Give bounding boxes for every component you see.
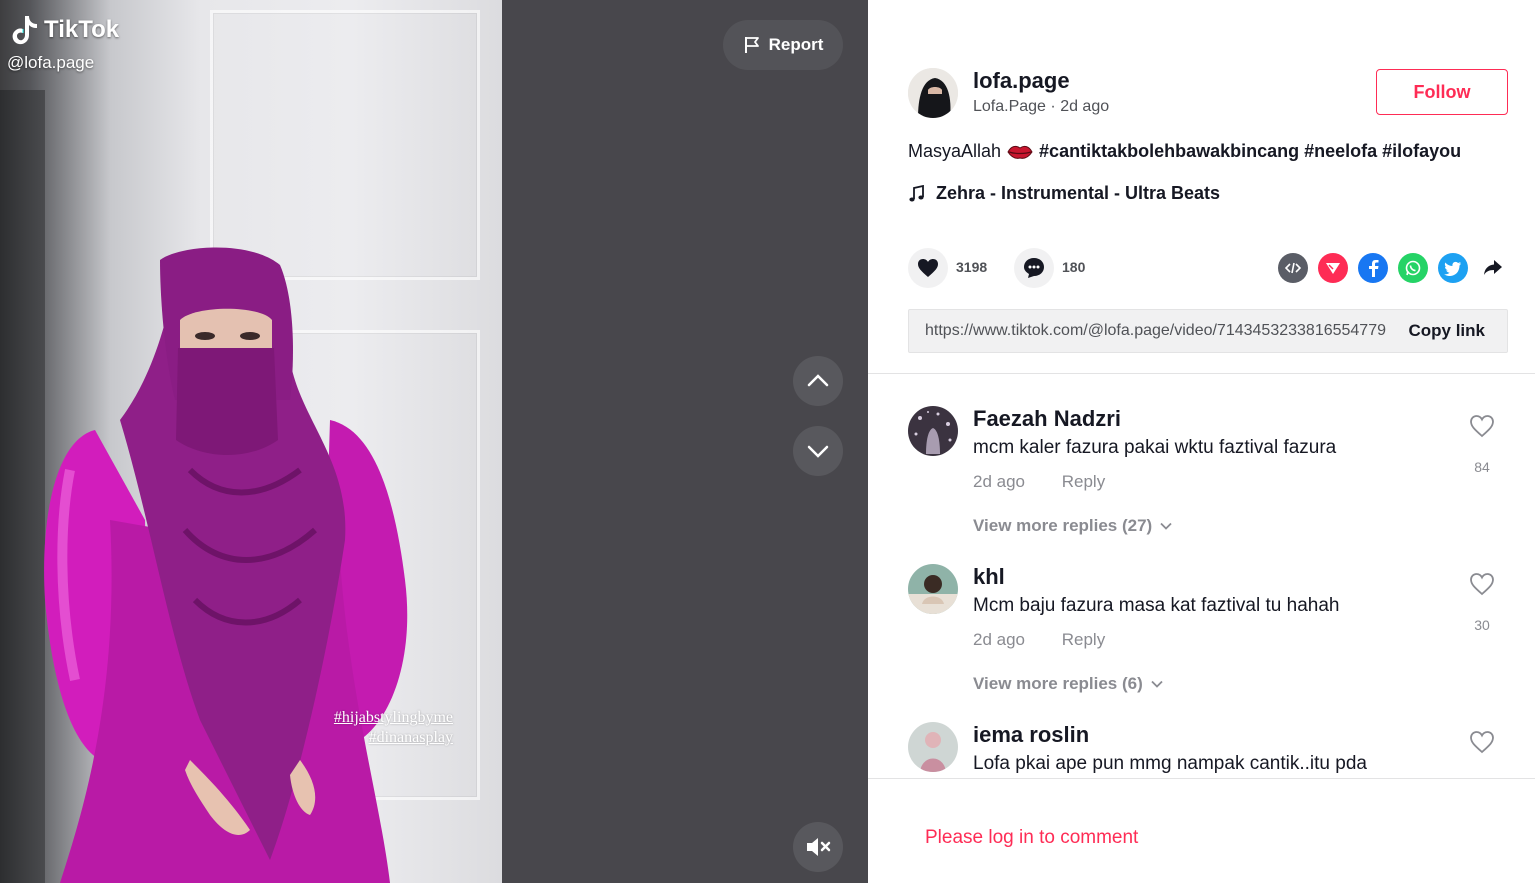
video-watermark-handle: @lofa.page <box>7 53 95 72</box>
report-label: Report <box>768 35 824 54</box>
reply-button[interactable]: Reply <box>1062 630 1105 649</box>
commenter-name[interactable]: khl <box>973 564 1005 590</box>
comment-like-count: 30 <box>1474 617 1490 633</box>
separator-dot: · <box>1050 98 1061 115</box>
caption-hashtags[interactable]: #cantiktakbolehbawakbincang #neelofa #il… <box>1039 141 1461 162</box>
commenter-avatar[interactable] <box>908 406 958 456</box>
share-link-box: https://www.tiktok.com/@lofa.page/video/… <box>908 309 1508 353</box>
comment-time: 2d ago <box>973 630 1025 649</box>
commenter-avatar-image <box>908 722 958 772</box>
send-glyph <box>1326 263 1340 274</box>
previous-video-button[interactable] <box>793 356 843 406</box>
author-subtitle: Lofa.Page · 2d ago <box>973 98 1109 116</box>
share-arrow-glyph <box>1484 260 1502 275</box>
comment-list[interactable]: Faezah Nadzri mcm kaler fazura pakai wkt… <box>868 374 1535 778</box>
video-overlay-tags: #hijabstylingbyme #dinanasplay <box>300 708 453 748</box>
heart-outline-icon <box>1470 731 1494 754</box>
music-note-icon <box>909 184 924 201</box>
comment-item: khl Mcm baju fazura masa kat faztival tu… <box>908 564 1508 724</box>
heart-outline-icon <box>1470 415 1494 438</box>
like-count: 3198 <box>956 259 988 275</box>
heart-outline-icon <box>1470 573 1494 596</box>
video-person-figure <box>44 247 408 883</box>
post-time: 2d ago <box>1060 98 1110 115</box>
tiktok-wordmark: TikTok <box>44 16 120 43</box>
comment-like-button[interactable] <box>1468 730 1496 759</box>
whatsapp-glyph <box>1405 260 1421 276</box>
embed-glyph <box>1285 262 1301 274</box>
chevron-down-icon <box>1151 680 1163 688</box>
facebook-glyph <box>1369 260 1379 277</box>
comment-meta: 2d ago Reply <box>973 472 1105 492</box>
commenter-name[interactable]: Faezah Nadzri <box>973 406 1121 432</box>
music-title: Zehra - Instrumental - Ultra Beats <box>936 183 1221 203</box>
next-video-button[interactable] <box>793 426 843 476</box>
login-to-comment-link[interactable]: Please log in to comment <box>925 827 1138 849</box>
overlay-tag: #dinanasplay <box>368 729 453 746</box>
action-bar: 3198 180 <box>908 248 1508 288</box>
comment-item: Faezah Nadzri mcm kaler fazura pakai wkt… <box>908 406 1508 566</box>
embed-icon[interactable] <box>1278 253 1308 283</box>
tiktok-watermark-logo: TikTok <box>10 14 119 46</box>
comment-like-button[interactable] <box>1468 572 1496 601</box>
mute-toggle-button[interactable] <box>793 822 843 872</box>
commenter-avatar[interactable] <box>908 564 958 614</box>
heart-icon <box>918 259 938 277</box>
facebook-icon[interactable] <box>1358 253 1388 283</box>
author-avatar[interactable] <box>908 68 958 118</box>
share-arrow-icon[interactable] <box>1478 253 1508 283</box>
report-button[interactable]: Report <box>723 20 843 70</box>
comment-text: Lofa pkai ape pun mmg nampak cantik..itu… <box>973 753 1367 774</box>
comment-like-button[interactable] <box>1468 414 1496 443</box>
video-frame[interactable]: TikTok @lofa.page #hijabstylingbyme #din… <box>0 0 502 883</box>
follow-button[interactable]: Follow <box>1376 69 1508 115</box>
video-caption: MasyaAllah #cantiktakbolehbawakbincang #… <box>908 141 1461 162</box>
commenter-avatar-image <box>908 406 958 456</box>
comment-meta: 2d ago Reply <box>973 630 1105 650</box>
view-more-replies[interactable]: View more replies (6) <box>973 674 1163 694</box>
comment-text: mcm kaler fazura pakai wktu faztival faz… <box>973 437 1337 458</box>
author-username[interactable]: lofa.page <box>973 68 1070 94</box>
chevron-up-icon <box>807 374 829 387</box>
view-replies-label: View more replies (27) <box>973 516 1153 535</box>
comment-time: 2d ago <box>973 472 1025 491</box>
copy-link-button[interactable]: Copy link <box>1408 321 1485 341</box>
commenter-name[interactable]: iema roslin <box>973 722 1089 748</box>
muted-speaker-icon <box>807 838 831 856</box>
like-button[interactable] <box>908 248 948 288</box>
author-avatar-image <box>908 68 958 118</box>
video-player[interactable]: TikTok @lofa.page #hijabstylingbyme #din… <box>0 0 868 883</box>
video-detail-panel: lofa.page Lofa.Page · 2d ago Follow Masy… <box>868 0 1535 883</box>
music-info[interactable]: Zehra - Instrumental - Ultra Beats <box>908 183 1220 204</box>
flag-icon <box>744 37 759 53</box>
comment-item: iema roslin Lofa pkai ape pun mmg nampak… <box>908 722 1508 778</box>
comment-footer-divider <box>868 778 1535 779</box>
view-replies-label: View more replies (6) <box>973 674 1143 693</box>
comment-like-count: 84 <box>1474 459 1490 475</box>
comment-button[interactable] <box>1014 248 1054 288</box>
twitter-glyph <box>1444 261 1461 276</box>
comment-bubble-icon <box>1024 258 1044 278</box>
commenter-avatar-image <box>908 564 958 614</box>
caption-text: MasyaAllah <box>908 141 1002 161</box>
video-link-url[interactable]: https://www.tiktok.com/@lofa.page/video/… <box>925 322 1390 340</box>
twitter-icon[interactable] <box>1438 253 1468 283</box>
whatsapp-icon[interactable] <box>1398 253 1428 283</box>
reply-button[interactable]: Reply <box>1062 472 1105 491</box>
comment-count: 180 <box>1062 259 1086 275</box>
author-nickname: Lofa.Page <box>973 98 1046 115</box>
commenter-avatar[interactable] <box>908 722 958 772</box>
view-more-replies[interactable]: View more replies (27) <box>973 516 1172 536</box>
tiktok-note-icon <box>12 16 37 45</box>
lips-emoji-icon <box>1007 145 1033 159</box>
chevron-down-icon <box>807 445 829 458</box>
chevron-down-icon <box>1160 522 1172 530</box>
send-icon[interactable] <box>1318 253 1348 283</box>
comment-text: Mcm baju fazura masa kat faztival tu hah… <box>973 595 1340 616</box>
overlay-tag: #hijabstylingbyme <box>333 709 453 726</box>
